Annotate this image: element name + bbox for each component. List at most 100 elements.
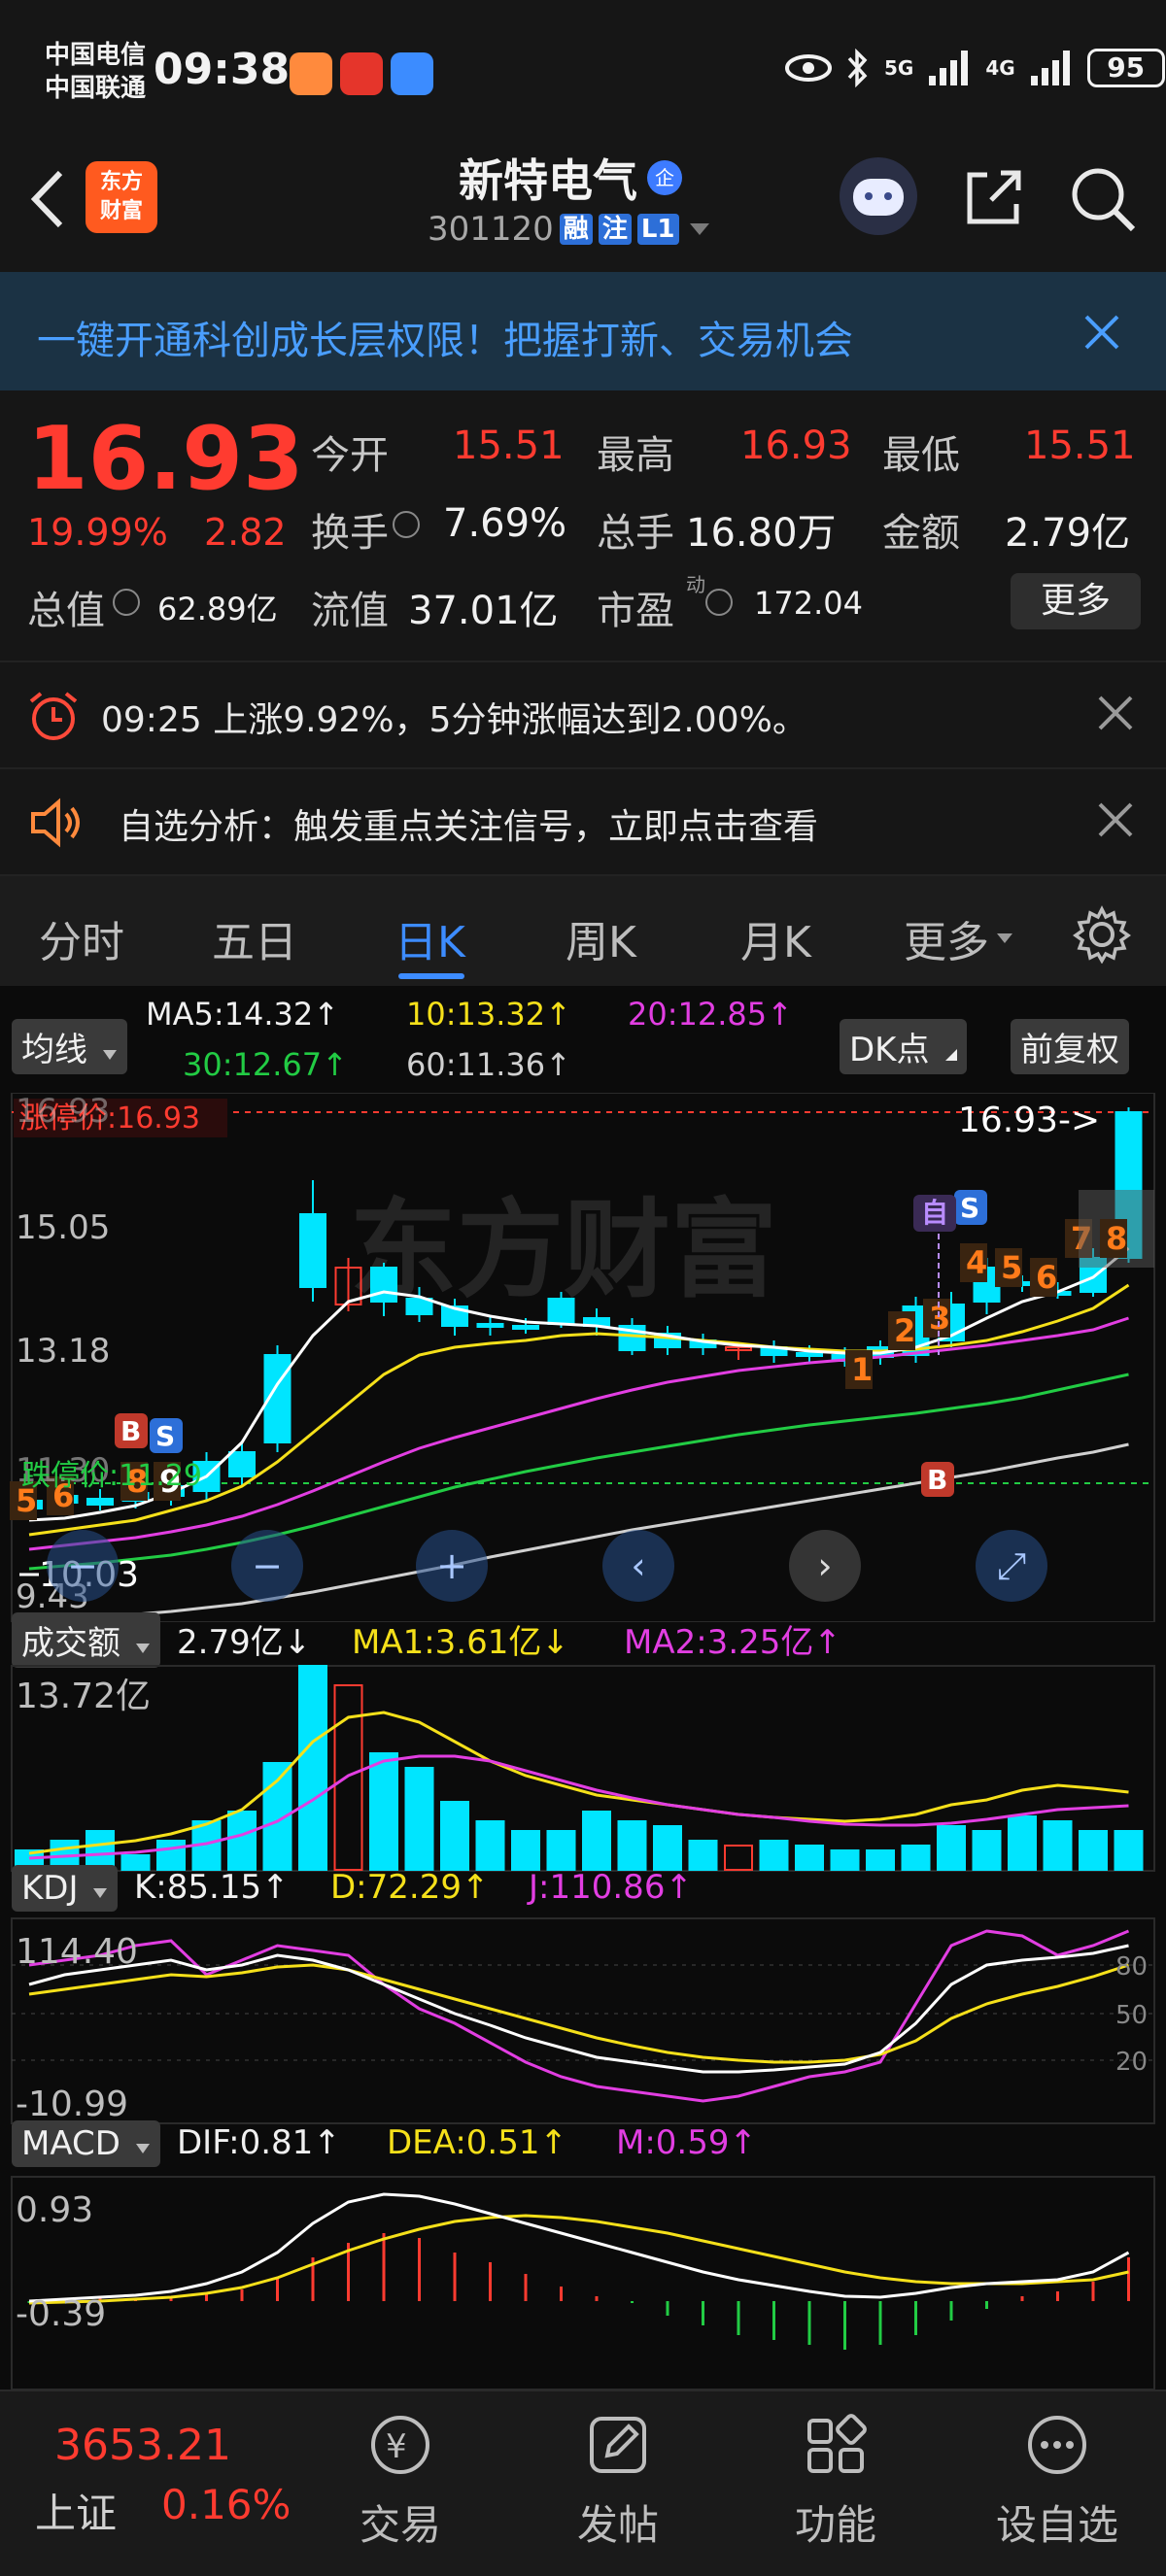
promo-banner[interactable]: 一键开通科创成长层权限！把握打新、交易机会: [0, 272, 1166, 390]
close-icon[interactable]: [1094, 692, 1137, 734]
volume-y-top: 13.72亿: [16, 1677, 151, 1716]
index-value[interactable]: 3653.21: [54, 2421, 231, 2470]
carrier-2: 中国联通: [45, 74, 147, 103]
settings-gear-icon[interactable]: [1073, 905, 1131, 964]
zoom-in-button[interactable]: +: [416, 1530, 488, 1602]
analysis-alert-text[interactable]: 自选分析：触发重点关注信号，立即点击查看: [119, 798, 818, 849]
volume-bar: [546, 1830, 576, 1871]
volume-value: 2.79亿↓: [177, 1623, 312, 1662]
kdj-selector[interactable]: KDJ: [12, 1865, 119, 1912]
last-price-marker: 16.93->: [958, 1101, 1100, 1140]
macd-dea-line: [28, 2214, 1129, 2305]
chevron-down-icon[interactable]: [687, 220, 712, 239]
tab-intraday[interactable]: 分时: [39, 907, 124, 969]
volume-bar: [830, 1849, 860, 1871]
register-badge: 注: [598, 214, 632, 245]
close-icon[interactable]: [1080, 311, 1123, 354]
ma20-line: [28, 1316, 1129, 1551]
notification-app-icon: [391, 52, 433, 95]
close-icon[interactable]: [1094, 798, 1137, 841]
macd-y-top: 0.93: [16, 2190, 93, 2230]
back-arrow-icon[interactable]: [25, 165, 68, 233]
index-change[interactable]: 0.16%: [161, 2481, 291, 2528]
volume-selector-label: 成交额: [21, 1624, 120, 1663]
analysis-alert[interactable]: 自选分析：触发重点关注信号，立即点击查看: [0, 767, 1166, 872]
notification-app-icon: [340, 52, 383, 95]
chevron-down-icon: [135, 2144, 150, 2153]
info-icon[interactable]: [705, 589, 733, 616]
candle-body: [86, 1498, 114, 1506]
price-alert[interactable]: 09:25 上涨9.92%，5分钟涨幅达到2.00%。: [0, 661, 1166, 765]
volume-bar: [617, 1820, 647, 1871]
volume-selector[interactable]: 成交额: [12, 1612, 160, 1668]
kline-chart-area[interactable]: 均线 MA5:14.32↑ 10:13.32↑ 20:12.85↑ 30:12.…: [0, 986, 1166, 2390]
alarm-clock-icon: [29, 692, 78, 740]
nav-functions[interactable]: 功能: [768, 2411, 904, 2552]
scroll-left-button[interactable]: ‹: [602, 1530, 674, 1602]
scroll-right-button[interactable]: ›: [789, 1530, 861, 1602]
volume-bar: [937, 1825, 966, 1871]
tab-daily-k[interactable]: 日K: [394, 907, 465, 969]
info-icon[interactable]: [113, 589, 140, 616]
volume-chart[interactable]: 13.72亿: [0, 1664, 1166, 1873]
chevron-down-icon: [93, 1888, 108, 1898]
tab-monthly-k[interactable]: 月K: [740, 907, 811, 969]
pe-label: 市盈: [597, 589, 674, 633]
more-button[interactable]: 更多: [1011, 573, 1141, 629]
zoom-out-button[interactable]: −: [47, 1530, 119, 1602]
info-icon[interactable]: [393, 511, 420, 538]
buy-signal-text: B: [927, 1464, 947, 1496]
td-marker-text: 8: [1106, 1220, 1127, 1257]
turnover-value: 7.69%: [443, 501, 567, 546]
status-time: 09:38: [154, 45, 291, 94]
high-value: 16.93: [740, 424, 852, 468]
nav-trade[interactable]: ¥ 交易: [332, 2411, 468, 2552]
kdj-chart[interactable]: 114.40 -10.99 80 50 20: [0, 1916, 1166, 2125]
chevron-down-icon: [102, 1050, 117, 1060]
chevron-down-icon: [997, 933, 1012, 943]
macd-chart[interactable]: 0.93 -0.39: [0, 2175, 1166, 2390]
adjust-price-button[interactable]: 前复权: [1011, 1019, 1129, 1074]
dk-point-button[interactable]: DK点: [840, 1019, 968, 1074]
tab-weekly-k[interactable]: 周K: [566, 907, 636, 969]
price-alert-text[interactable]: 09:25 上涨9.92%，5分钟涨幅达到2.00%。: [101, 692, 807, 742]
share-icon[interactable]: [962, 165, 1026, 229]
macd-selector[interactable]: MACD: [12, 2120, 160, 2167]
limit-down-label: 跌停价:11.29: [21, 1459, 202, 1493]
level-badge: L1: [636, 214, 679, 245]
zoom-out-button[interactable]: −: [231, 1530, 303, 1602]
tab-more[interactable]: 更多: [904, 907, 1014, 969]
carrier-1: 中国电信: [45, 41, 147, 70]
self-select-text: 自: [921, 1197, 948, 1229]
svg-text:¥: ¥: [386, 2427, 407, 2466]
promo-banner-text[interactable]: 一键开通科创成长层权限！把握打新、交易机会: [37, 309, 853, 365]
tab-five-day[interactable]: 五日: [212, 907, 297, 969]
turnover-label: 换手: [311, 511, 389, 556]
ma-selector-label: 均线: [21, 1031, 87, 1069]
index-name[interactable]: 上证: [35, 2481, 117, 2540]
ma-selector[interactable]: 均线: [12, 1019, 127, 1074]
volume-ma2: MA2:3.25亿↑: [624, 1623, 841, 1662]
robot-avatar-icon[interactable]: [840, 157, 917, 235]
pe-superscript: 动: [686, 573, 705, 596]
candle-body: [796, 1352, 823, 1357]
amount-value: 2.79亿: [1005, 511, 1131, 556]
notification-app-icon: [290, 52, 332, 95]
fullscreen-button[interactable]: ⤢: [976, 1530, 1047, 1602]
kdj-level-20-label: 20: [1115, 2048, 1148, 2077]
volume-bar: [1114, 1830, 1144, 1871]
nav-trade-label: 交易: [359, 2501, 441, 2549]
nav-post[interactable]: 发帖: [550, 2411, 686, 2552]
kdj-j-line: [28, 1929, 1130, 2103]
volume-bar: [724, 1845, 753, 1871]
macd-y-bottom: -0.39: [16, 2294, 106, 2334]
signal-icon: [929, 51, 969, 85]
app-logo[interactable]: 东方 财富: [86, 161, 157, 233]
margin-badge: 融: [559, 214, 593, 245]
nav-add-watchlist[interactable]: 设自选: [989, 2411, 1125, 2552]
volume-bar: [1043, 1820, 1073, 1871]
sell-signal-text: S: [155, 1420, 175, 1452]
search-icon[interactable]: [1069, 165, 1137, 233]
td-marker-text: 2: [894, 1312, 915, 1349]
volume-value: 16.80万: [686, 511, 837, 556]
